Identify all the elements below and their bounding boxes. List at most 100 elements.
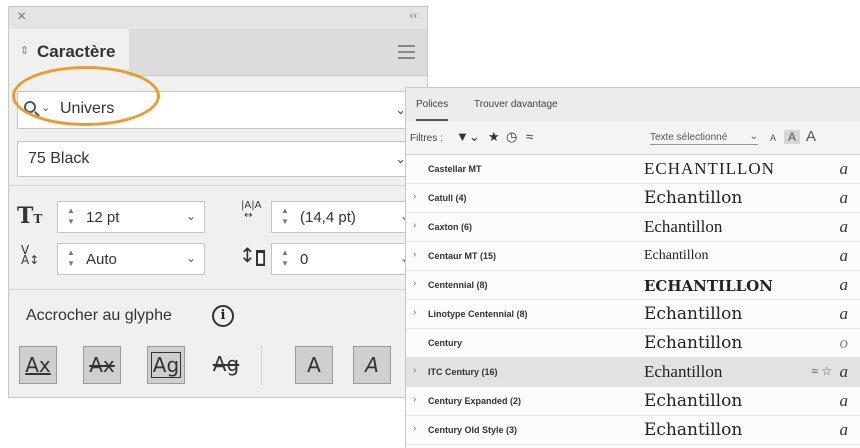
small-sample-size-icon[interactable]: A	[770, 133, 776, 143]
font-row[interactable]: › Century Old Style (3) Echantillon a	[406, 416, 860, 445]
font-size-field[interactable]: ▲ ▼ 12 pt ⌄	[57, 201, 205, 233]
tracking-value[interactable]: 0	[300, 251, 308, 268]
font-size-value[interactable]: 12 pt	[86, 209, 119, 226]
filter-funnel-icon[interactable]: ▼⌄	[456, 129, 480, 145]
tracking-field[interactable]: ▲▼ 0 ⌄	[271, 243, 419, 275]
font-row[interactable]: › ITC Century (16) Echantillon ≈ ☆ a	[406, 358, 860, 387]
chevron-down-icon[interactable]: ⌄	[186, 251, 196, 265]
font-row[interactable]: › Century Expanded (2) Echantillon a	[406, 387, 860, 416]
font-name: Catull (4)	[428, 193, 467, 203]
character-panel: × ‹‹ ⇕ Caractère ⌄ Univers ⌄ 75 Black ⌄ …	[8, 6, 428, 398]
favorites-star-icon[interactable]: ★	[488, 129, 500, 145]
snap-to-glyph-label: Accrocher au glyphe	[26, 307, 172, 324]
chevron-right-icon[interactable]: ›	[413, 423, 416, 434]
tab-trouver-davantage[interactable]: Trouver davantage	[474, 99, 558, 110]
font-glyph-preview: a	[839, 217, 849, 236]
panel-menu-icon[interactable]	[398, 45, 415, 63]
font-name: Linotype Centennial (8)	[428, 309, 528, 319]
tracking-icon: ↕▮	[239, 243, 266, 267]
leading-icon: |A|A ↔	[241, 200, 262, 221]
similar-fonts-icon[interactable]: ≈ ☆	[811, 364, 832, 378]
font-name: Centaur MT (15)	[428, 251, 497, 261]
font-name: Century Expanded (2)	[428, 396, 522, 406]
snap-x-height-button[interactable]: Ax	[83, 346, 121, 384]
font-style-field[interactable]: 75 Black ⌄	[17, 141, 415, 177]
font-glyph-preview: a	[839, 304, 849, 323]
divider	[261, 345, 262, 385]
large-sample-size-icon[interactable]: A	[806, 128, 816, 145]
medium-sample-size-icon[interactable]: A	[784, 130, 801, 144]
filters-label: Filtres :	[410, 133, 443, 144]
font-sample: ECHANTILLON	[644, 277, 773, 295]
similar-fonts-icon[interactable]: ≈	[526, 129, 533, 144]
font-glyph-preview: o	[839, 333, 849, 352]
font-sample: Echantillon	[644, 362, 723, 381]
font-sample: Echantillon	[644, 420, 743, 440]
sample-text-select[interactable]: Texte sélectionné ⌄	[650, 131, 758, 145]
chevron-right-icon[interactable]: ›	[413, 249, 416, 260]
leading-field[interactable]: ▲▼ (14,4 pt) ⌄	[271, 201, 419, 233]
font-style-value[interactable]: 75 Black	[28, 150, 89, 168]
font-row[interactable]: › Centennial (8) ECHANTILLON a	[406, 271, 860, 300]
font-row[interactable]: › Catull (4) Echantillon a	[406, 184, 860, 213]
font-sample: ECHANTILLON	[644, 159, 775, 178]
kerning-icon: V A↕	[21, 243, 40, 267]
kerning-field[interactable]: ▲ ▼ Auto ⌄	[57, 243, 205, 275]
font-glyph-preview: a	[839, 420, 849, 439]
chevron-right-icon[interactable]: ›	[413, 278, 416, 289]
font-browser-tabs: Polices Trouver davantage	[406, 88, 860, 123]
font-browser-panel: Polices Trouver davantage Filtres : ▼⌄ ★…	[405, 87, 860, 448]
snap-angular-guides-button[interactable]: A	[295, 346, 333, 384]
font-glyph-preview: a	[839, 391, 849, 410]
chevron-right-icon[interactable]: ›	[413, 220, 416, 231]
chevron-right-icon[interactable]: ›	[413, 394, 416, 405]
collapse-panel-icon[interactable]: ‹‹	[410, 10, 417, 22]
font-row[interactable]: Century Echantillon o	[406, 329, 860, 358]
font-size-icon: TT	[17, 203, 43, 229]
font-sample: Echantillon	[644, 188, 743, 208]
divider	[9, 185, 427, 186]
font-name: ITC Century (16)	[428, 367, 498, 377]
font-name: Caxton (6)	[428, 222, 473, 232]
font-name: Century	[428, 338, 463, 348]
snap-anchor-point-button[interactable]: A	[353, 346, 391, 384]
chevron-right-icon[interactable]: ›	[413, 191, 416, 202]
close-icon[interactable]: ×	[17, 8, 26, 26]
font-row[interactable]: › Linotype Centennial (8) Echantillon a	[406, 300, 860, 329]
snap-baseline-button[interactable]: Ax	[19, 346, 57, 384]
snap-glyph-bounds-button[interactable]: Ag	[147, 346, 185, 384]
kerning-value[interactable]: Auto	[86, 251, 117, 268]
font-glyph-preview: a	[839, 188, 849, 207]
leading-stepper[interactable]: ▲ ▼	[278, 205, 292, 229]
font-name: Century Old Style (3)	[428, 425, 518, 435]
font-row[interactable]: › Centaur MT (15) Echantillon a	[406, 242, 860, 271]
tab-arrows-icon: ⇕	[20, 45, 30, 57]
info-icon[interactable]: i	[212, 305, 234, 327]
font-glyph-preview: a	[839, 159, 849, 178]
font-sample: Echantillon	[644, 248, 709, 263]
leading-value[interactable]: (14,4 pt)	[300, 209, 356, 226]
panel-title: Caractère	[37, 42, 116, 61]
tab-polices[interactable]: Polices	[416, 99, 449, 121]
font-glyph-preview: a	[839, 246, 849, 265]
filter-bar: Filtres : ▼⌄ ★ ◷ ≈ Texte sélectionné ⌄ A …	[406, 122, 860, 155]
panel-title-bar: × ‹‹	[9, 7, 427, 30]
font-glyph-preview: a	[839, 275, 849, 294]
snap-proximity-guides-button[interactable]: Ag	[207, 346, 245, 384]
recent-clock-icon[interactable]: ◷	[506, 129, 517, 145]
chevron-right-icon[interactable]: ›	[413, 307, 416, 318]
font-sample: Echantillon	[644, 304, 743, 324]
font-size-stepper[interactable]: ▲ ▼	[64, 205, 78, 229]
chevron-right-icon[interactable]: ›	[413, 365, 416, 376]
highlight-circle	[12, 66, 160, 126]
font-row[interactable]: › Caxton (6) Echantillon a	[406, 213, 860, 242]
font-row[interactable]: Castellar MT ECHANTILLON a	[406, 155, 860, 184]
font-glyph-preview: a	[839, 362, 849, 381]
font-sample: Echantillon	[644, 217, 723, 236]
font-name: Centennial (8)	[428, 280, 488, 290]
font-sample: Echantillon	[644, 391, 743, 411]
kerning-stepper[interactable]: ▲ ▼	[64, 247, 78, 271]
font-sample: Echantillon	[644, 333, 743, 353]
chevron-down-icon[interactable]: ⌄	[186, 209, 196, 223]
tracking-stepper[interactable]: ▲ ▼	[278, 247, 292, 271]
